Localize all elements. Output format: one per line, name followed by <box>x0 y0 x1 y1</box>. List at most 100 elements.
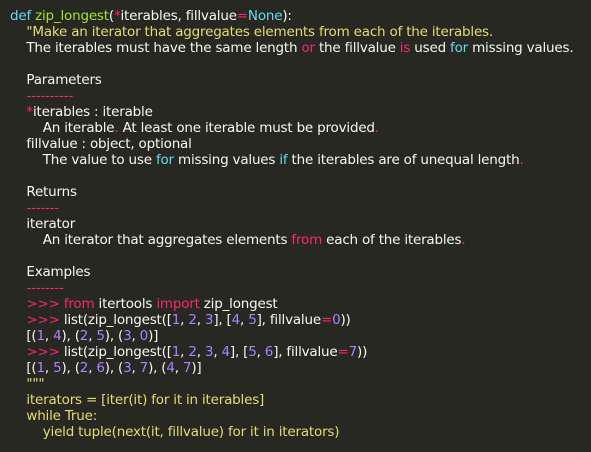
code-line: -------- <box>10 280 591 296</box>
code-token: 2 <box>188 312 197 328</box>
code-token: )) <box>357 344 368 360</box>
code-token: An iterator that aggregates elements <box>10 232 292 248</box>
code-token: , <box>174 360 183 376</box>
code-token: itertools <box>94 296 157 312</box>
code-token: ---------- <box>10 88 74 104</box>
code-token: zip_longest <box>35 8 109 24</box>
code-line: "Make an iterator that aggregates elemen… <box>10 24 591 40</box>
code-token: def <box>10 8 36 24</box>
code-line: *iterables : iterable <box>10 104 591 120</box>
code-token: ], [ <box>229 344 249 360</box>
code-token: list(zip_longest([ <box>63 312 172 328</box>
code-token: iterables : iterable <box>32 104 153 120</box>
code-token: , <box>131 328 140 344</box>
code-token: An iterable <box>10 120 115 136</box>
code-token: , <box>131 360 140 376</box>
code-line: while True: <box>10 408 591 424</box>
code-token: The value to use <box>10 152 156 168</box>
code-token: 5 <box>96 328 105 344</box>
code-token: . <box>461 232 466 248</box>
code-token: = <box>85 392 98 408</box>
code-token: import <box>156 296 200 312</box>
code-token: 6 <box>96 360 105 376</box>
code-token: , <box>240 312 249 328</box>
code-token: for <box>450 40 469 56</box>
code-line: An iterator that aggregates elements fro… <box>10 232 591 248</box>
code-token: ), ( <box>104 360 124 376</box>
code-line: [(1, 5), (2, 6), (3, 7), (4, 7)] <box>10 360 591 376</box>
code-token: ), ( <box>61 328 80 344</box>
code-token: zip_longest <box>199 296 278 312</box>
code-token: each of the iterables <box>322 232 462 248</box>
code-token: , <box>213 344 222 360</box>
code-token: ), ( <box>104 328 124 344</box>
code-token: )] <box>191 360 202 376</box>
code-line: Parameters <box>10 72 591 88</box>
code-token: 1 <box>36 360 46 376</box>
code-line: yield tuple(next(it, fillvalue) for it i… <box>10 424 591 440</box>
code-token: ], fillvalue <box>256 312 322 328</box>
code-token: ], [ <box>213 312 232 328</box>
code-line: ------- <box>10 200 591 216</box>
code-token: ): <box>282 8 292 24</box>
code-token: 2 <box>79 360 89 376</box>
code-token: . <box>374 120 379 136</box>
code-token: >>> <box>26 344 64 360</box>
code-token: 7 <box>348 344 358 360</box>
code-token: . <box>519 152 524 168</box>
code-token: -------- <box>10 280 64 296</box>
code-token: 4 <box>166 360 175 376</box>
code-token: At least one iterable must be provided <box>118 120 375 136</box>
code-token: list(zip_longest([ <box>63 344 172 360</box>
code-token: ------- <box>10 200 60 216</box>
code-line: The iterables must have the same length … <box>10 40 591 56</box>
code-line: An iterable. At least one iterable must … <box>10 120 591 136</box>
code-line: >>> from itertools import zip_longest <box>10 296 591 312</box>
code-line: iterator <box>10 216 591 232</box>
code-line: The value to use for missing values if t… <box>10 152 591 168</box>
code-token: is <box>399 40 411 56</box>
code-token: , <box>196 344 205 360</box>
code-token: 1 <box>36 328 46 344</box>
code-token: = <box>320 312 333 328</box>
code-token: [( <box>10 328 37 344</box>
code-token: while True: <box>10 408 98 424</box>
code-token: 1 <box>171 344 181 360</box>
code-token: missing values <box>173 152 280 168</box>
code-token: 4 <box>221 344 231 360</box>
code-token: 5 <box>248 312 257 328</box>
code-token: from <box>291 232 323 248</box>
code-token: 4 <box>231 312 241 328</box>
code-line: >>> list(zip_longest([1, 2, 3], [4, 5], … <box>10 312 591 328</box>
code-token: , <box>256 344 265 360</box>
code-token: or <box>301 40 315 56</box>
code-token: The iterables must have the same length <box>10 40 302 56</box>
code-token: the fillvalue <box>314 40 400 56</box>
code-token: "Make an iterator that aggregates elemen… <box>10 24 493 40</box>
code-token: None <box>247 8 283 24</box>
code-editor[interactable]: def zip_longest(*iterables, fillvalue=No… <box>0 0 591 452</box>
code-token: missing values. <box>468 40 574 56</box>
code-token: iterator <box>10 216 76 232</box>
code-token: 7 <box>139 360 149 376</box>
code-line: ---------- <box>10 88 591 104</box>
code-token: [iter(it) for it in iterables] <box>97 392 265 408</box>
code-token: used <box>410 40 451 56</box>
code-line: Examples <box>10 264 591 280</box>
code-token: ), ( <box>148 360 167 376</box>
code-token: for <box>155 152 174 168</box>
code-token: 6 <box>264 344 274 360</box>
code-line: >>> list(zip_longest([1, 2, 3, 4], [5, 6… <box>10 344 591 360</box>
code-token: Parameters <box>10 72 102 88</box>
code-token: iterables, fillvalue <box>120 8 237 24</box>
code-token: ), ( <box>61 360 80 376</box>
code-line: [(1, 4), (2, 5), (3, 0)] <box>10 328 591 344</box>
code-token: 0 <box>139 328 149 344</box>
code-token: = <box>236 8 248 24</box>
